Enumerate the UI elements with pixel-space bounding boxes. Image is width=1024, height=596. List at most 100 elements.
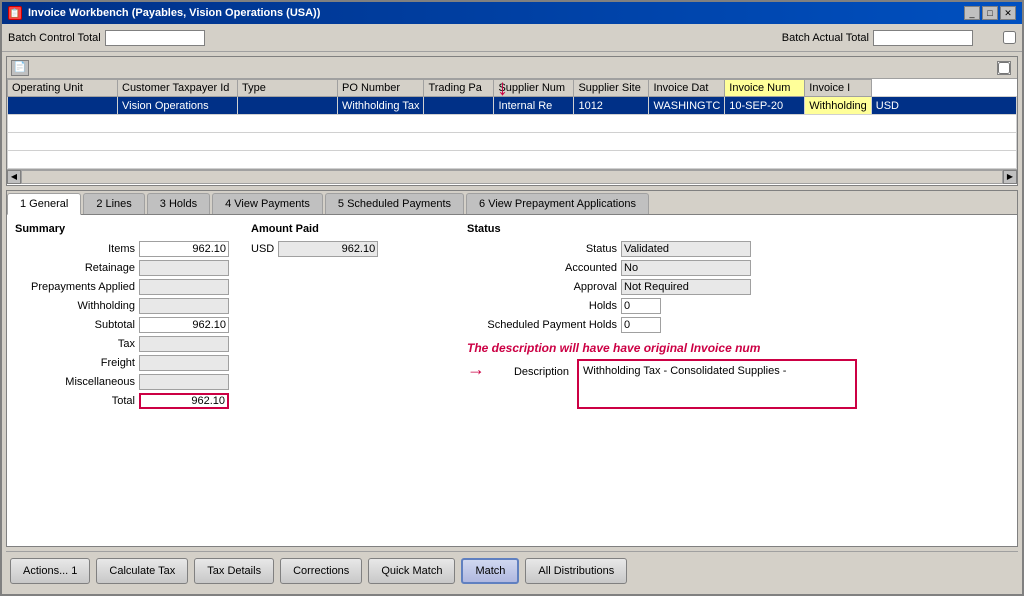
tab-prepayment[interactable]: 6 View Prepayment Applications (466, 193, 649, 214)
description-arrow-group: → Description (467, 359, 569, 380)
tax-input[interactable] (139, 336, 229, 352)
summary-title: Summary (15, 223, 235, 235)
window-title: Invoice Workbench (Payables, Vision Oper… (28, 7, 320, 19)
col-trading-partner: Trading Pa (424, 80, 494, 97)
tabs-container: 1 General 2 Lines 3 Holds 4 View Payment… (6, 190, 1018, 547)
col-supplier-site: Supplier Site (574, 80, 649, 97)
scheduled-holds-input[interactable] (621, 317, 661, 333)
scroll-left-button[interactable]: ◀ (7, 170, 21, 184)
approval-input[interactable] (621, 279, 751, 295)
tax-label: Tax (15, 338, 135, 350)
retainage-row: Retainage (15, 260, 235, 276)
quick-match-button[interactable]: Quick Match (368, 558, 455, 584)
batch-control-input[interactable] (105, 30, 205, 46)
holds-label: Holds (467, 300, 617, 312)
tab-holds[interactable]: 3 Holds (147, 193, 210, 214)
subtotal-input[interactable] (139, 317, 229, 333)
batch-actual-label: Batch Actual Total (782, 32, 869, 44)
corrections-button[interactable]: Corrections (280, 558, 362, 584)
accounted-row: Accounted (467, 260, 1009, 276)
description-label: Description (489, 362, 569, 378)
minimize-button[interactable]: _ (964, 6, 980, 20)
batch-actual-input[interactable] (873, 30, 973, 46)
all-distributions-button[interactable]: All Distributions (525, 558, 627, 584)
cell-po-number (424, 97, 494, 115)
holds-row: Holds (467, 298, 1009, 314)
scheduled-holds-label: Scheduled Payment Holds (467, 319, 617, 331)
scroll-right-button[interactable]: ▶ (1003, 170, 1017, 184)
table-row (8, 151, 1017, 169)
tab-scheduled-payments[interactable]: 5 Scheduled Payments (325, 193, 464, 214)
annotation-text: The description will have have original … (467, 341, 1009, 355)
tab-general[interactable]: 1 General (7, 193, 81, 215)
table-row (8, 133, 1017, 151)
maximize-button[interactable]: □ (982, 6, 998, 20)
tab-view-payments[interactable]: 4 View Payments (212, 193, 323, 214)
grid-toolbar: 📄 (7, 57, 1017, 79)
cell-invoice-i: USD (871, 97, 1016, 115)
items-label: Items (15, 243, 135, 255)
total-row: Total (15, 393, 235, 409)
approval-row: Approval (467, 279, 1009, 295)
grid-checkbox[interactable] (998, 62, 1010, 74)
withholding-row: Withholding (15, 298, 235, 314)
amount-paid-group: USD (251, 241, 451, 257)
col-invoice-date: Invoice Dat (649, 80, 725, 97)
match-button[interactable]: Match (461, 558, 519, 584)
scroll-track[interactable] (21, 170, 1003, 184)
horizontal-scrollbar[interactable]: ◀ ▶ (7, 169, 1017, 183)
items-input[interactable] (139, 241, 229, 257)
withholding-input[interactable] (139, 298, 229, 314)
subtotal-row: Subtotal (15, 317, 235, 333)
cell-customer-taxpayer (238, 97, 338, 115)
tab-general-content: Summary Items Retainage Prepayments Appl… (7, 215, 1017, 546)
status-status-label: Status (467, 243, 617, 255)
amount-paid-title: Amount Paid (251, 223, 451, 235)
calculate-tax-button[interactable]: Calculate Tax (96, 558, 188, 584)
window-controls: _ □ ✕ (964, 6, 1016, 20)
tab-lines[interactable]: 2 Lines (83, 193, 144, 214)
total-label: Total (15, 395, 135, 407)
status-title: Status (467, 223, 1009, 235)
bottom-toolbar: Actions... 1 Calculate Tax Tax Details C… (6, 551, 1018, 590)
close-button[interactable]: ✕ (1000, 6, 1016, 20)
description-box[interactable]: Withholding Tax - Consolidated Supplies … (577, 359, 857, 409)
invoice-table: Operating Unit Customer Taxpayer Id Type… (7, 79, 1017, 169)
col-operating-unit: Operating Unit (8, 80, 118, 97)
prepayments-row: Prepayments Applied (15, 279, 235, 295)
table-row[interactable]: Vision Operations Withholding Tax Intern… (8, 97, 1017, 115)
freight-input[interactable] (139, 355, 229, 371)
prepayments-input[interactable] (139, 279, 229, 295)
col-supplier-num: Supplier Num (494, 80, 574, 97)
currency-label: USD (251, 243, 274, 255)
retainage-input[interactable] (139, 260, 229, 276)
retainage-label: Retainage (15, 262, 135, 274)
prepayments-label: Prepayments Applied (15, 281, 135, 293)
description-value: Withholding Tax - Consolidated Supplies … (583, 365, 786, 377)
actions-button[interactable]: Actions... 1 (10, 558, 90, 584)
status-section: Status Status Accounted Approval Hol (467, 223, 1009, 538)
amount-paid-section: Amount Paid USD (251, 223, 451, 538)
col-invoice-i: Invoice I (805, 80, 871, 97)
batch-checkbox[interactable] (1003, 31, 1016, 44)
cell-trading-partner: Internal Re (494, 97, 574, 115)
status-status-row: Status (467, 241, 1009, 257)
cell-type: Withholding Tax (338, 97, 424, 115)
new-record-icon[interactable]: 📄 (11, 60, 29, 76)
annotation-area: The description will have have original … (467, 341, 1009, 409)
tax-details-button[interactable]: Tax Details (194, 558, 274, 584)
miscellaneous-input[interactable] (139, 374, 229, 390)
amount-paid-input[interactable] (278, 241, 378, 257)
title-bar-left: 📋 Invoice Workbench (Payables, Vision Op… (8, 6, 320, 20)
tax-row: Tax (15, 336, 235, 352)
invoice-grid: 📄 ↓ Operating Unit Customer Taxpayer Id … (6, 56, 1018, 186)
title-bar: 📋 Invoice Workbench (Payables, Vision Op… (2, 2, 1022, 24)
col-customer-taxpayer: Customer Taxpayer Id (118, 80, 238, 97)
cell-operating-unit: Vision Operations (118, 97, 238, 115)
batch-actual-field: Batch Actual Total (782, 30, 973, 46)
status-status-input[interactable] (621, 241, 751, 257)
accounted-input[interactable] (621, 260, 751, 276)
total-input[interactable] (139, 393, 229, 409)
window-icon: 📋 (8, 6, 22, 20)
holds-input[interactable] (621, 298, 661, 314)
